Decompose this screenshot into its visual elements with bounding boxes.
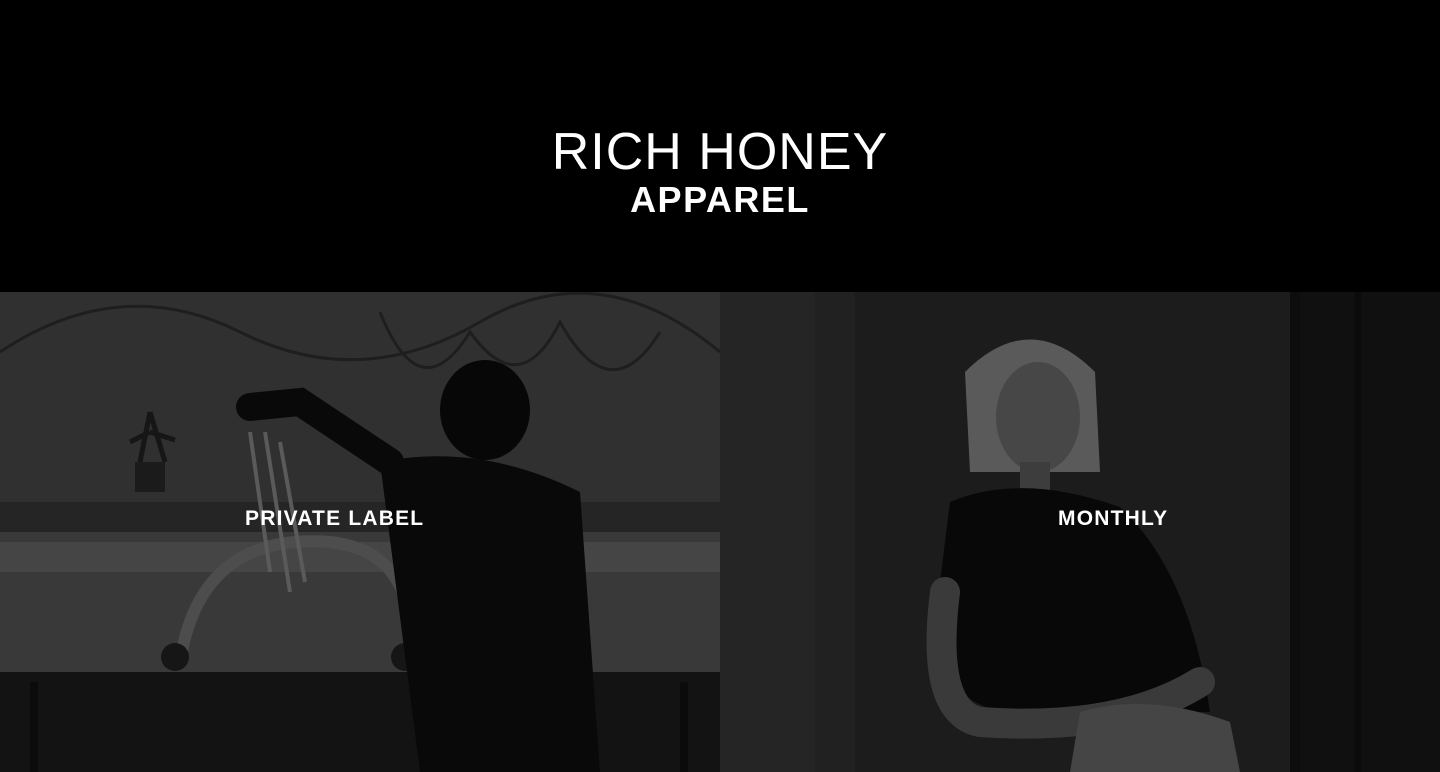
monthly-link[interactable]: MONTHLY — [1058, 507, 1168, 531]
brand-logo[interactable]: RICH HONEY APPAREL — [0, 124, 1440, 220]
panel-overlay — [0, 292, 720, 772]
site-header: RICH HONEY APPAREL — [0, 0, 1440, 292]
private-label-link[interactable]: PRIVATE LABEL — [245, 507, 424, 531]
panel-overlay — [720, 292, 1440, 772]
monthly-panel[interactable]: MONTHLY — [720, 292, 1440, 772]
brand-subtitle: APPAREL — [630, 179, 810, 220]
private-label-panel[interactable]: PRIVATE LABEL — [0, 292, 720, 772]
brand-title: RICH HONEY — [551, 123, 889, 181]
